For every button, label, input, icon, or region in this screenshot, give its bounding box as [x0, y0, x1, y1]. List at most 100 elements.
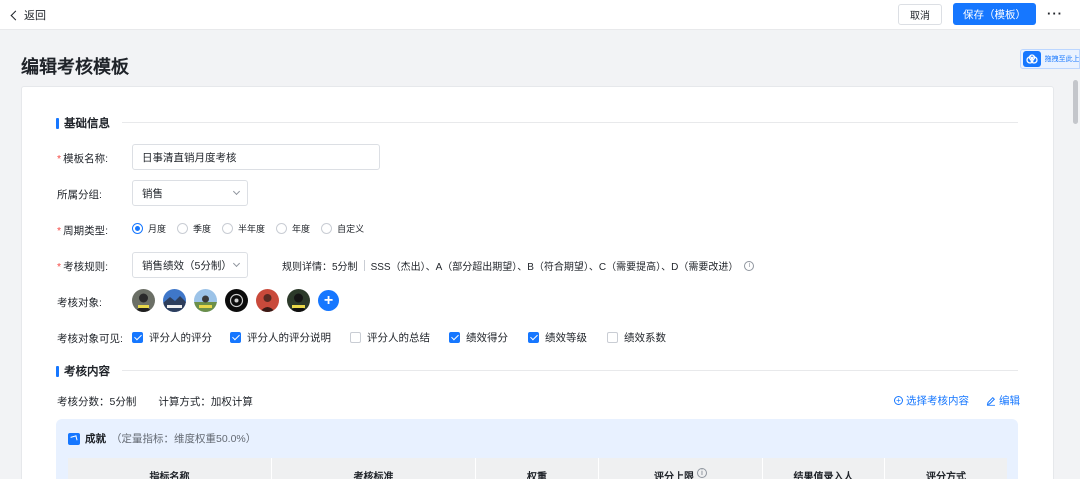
checkbox-box [528, 332, 539, 343]
dimension-title: 成就 （定量指标：维度权重50.0%） [68, 431, 256, 446]
rule-detail-text: SSS（杰出）、A（部分超出期望）、B（符合期望）、C（需要提高）、D（需要改进… [370, 262, 739, 273]
column-header: 考核标准 [272, 458, 476, 479]
section-content-label: 考核内容 [64, 366, 110, 378]
template-name-input[interactable]: 日事清直销月度考核 [132, 144, 380, 170]
checkbox-rater-summary[interactable]: 评分人的总结 [350, 330, 449, 345]
info-icon[interactable]: i [697, 468, 707, 478]
top-bar: 返回 取消 保存（模板） ··· [0, 0, 1080, 30]
calc-method-text: 计算方式：加权计算 [158, 396, 253, 408]
section-marker [56, 117, 59, 129]
column-header-text: 考核标准 [353, 472, 394, 479]
indicator-table-header: 指标名称 考核标准 权重 评分上限 i 结果值录入人 评分方式 [68, 458, 1007, 479]
radio-dot [222, 223, 234, 234]
radio-label: 季度 [193, 224, 212, 234]
period-radio-group: 月度 季度 半年度 年度 自定义 [132, 222, 375, 235]
period-type-label: * 周期类型: [57, 223, 108, 238]
rule-select[interactable]: 销售绩效（5分制） [132, 252, 248, 278]
checkbox-perf-score[interactable]: 绩效得分 [449, 330, 528, 345]
checkbox-rater-comment[interactable]: 评分人的评分说明 [230, 330, 350, 345]
avatar[interactable] [225, 289, 248, 312]
checkbox-label: 评分人的评分说明 [247, 332, 331, 344]
avatar[interactable] [287, 289, 310, 312]
radio-custom[interactable]: 自定义 [321, 222, 364, 235]
column-header-text: 结果值录入人 [793, 472, 854, 479]
section-marker [56, 365, 59, 377]
group-select[interactable]: 销售 [132, 180, 248, 206]
drag-drop-label: 拖拽至此上 [1044, 56, 1079, 63]
radio-dot [177, 223, 189, 234]
page-scrollbar[interactable] [1073, 80, 1078, 124]
select-content-label: 选择考核内容 [906, 395, 969, 407]
radio-dot [276, 223, 288, 234]
section-basic-title: 基础信息 [56, 115, 110, 131]
period-type-label-text: 周期类型: [63, 225, 109, 237]
divider [363, 260, 365, 271]
column-header-text: 指标名称 [149, 472, 190, 479]
radio-label: 年度 [292, 224, 311, 234]
radio-dot [321, 223, 333, 234]
checkbox-perf-level[interactable]: 绩效等级 [528, 330, 607, 345]
radio-label: 月度 [148, 224, 167, 234]
checkbox-box [132, 332, 143, 343]
visible-label: 考核对象可见: [57, 333, 123, 345]
column-header-text: 评分方式 [926, 472, 966, 479]
required-mark: * [57, 261, 62, 273]
avatar[interactable] [132, 289, 155, 312]
more-icon[interactable]: ··· [1047, 6, 1063, 21]
cancel-button[interactable]: 取消 [898, 4, 942, 25]
rule-select-value: 销售绩效（5分制） [142, 259, 232, 272]
template-name-label-text: 模板名称: [63, 153, 109, 165]
checkbox-box [607, 332, 618, 343]
chevron-left-icon [10, 10, 21, 21]
checkbox-box [350, 332, 361, 343]
score-info: 考核分数：5分制 计算方式：加权计算 [57, 394, 253, 409]
section-divider [122, 370, 1018, 371]
save-template-button[interactable]: 保存（模板） [953, 3, 1036, 25]
radio-quarterly[interactable]: 季度 [177, 222, 211, 235]
column-header: 评分方式 [885, 458, 1007, 479]
column-header: 指标名称 [68, 458, 272, 479]
page-title: 编辑考核模板 [21, 57, 129, 77]
group-select-value: 销售 [142, 187, 163, 200]
back-label: 返回 [24, 10, 46, 22]
pencil-icon [986, 396, 996, 406]
add-target-button[interactable]: + [318, 290, 339, 311]
back-button[interactable]: 返回 [10, 7, 46, 23]
select-content-link[interactable]: + 选择考核内容 [894, 393, 969, 408]
rule-detail: 规则详情：5分制 SSS（杰出）、A（部分超出期望）、B（符合期望）、C（需要提… [282, 258, 755, 273]
drag-drop-widget[interactable]: 拖拽至此上 [1020, 49, 1080, 69]
dimension-name: 成就 [85, 433, 106, 445]
send-icon [68, 432, 80, 445]
dimension-desc: （定量指标：维度权重50.0%） [111, 433, 257, 445]
radio-half-year[interactable]: 半年度 [222, 222, 265, 235]
info-icon[interactable]: i [744, 260, 755, 271]
group-label: 所属分组: [57, 189, 102, 201]
checkbox-perf-coef[interactable]: 绩效系数 [607, 330, 687, 345]
radio-label: 半年度 [238, 224, 266, 234]
section-basic-label: 基础信息 [64, 118, 110, 130]
column-header: 权重 [476, 458, 599, 479]
rule-label: * 考核规则: [57, 259, 108, 274]
column-header-text: 评分上限 [654, 472, 694, 479]
checkbox-box [449, 332, 460, 343]
target-label: 考核对象: [57, 297, 102, 309]
checkbox-label: 评分人的评分 [149, 332, 212, 344]
edit-label: 编辑 [999, 395, 1020, 407]
checkbox-rater-score[interactable]: 评分人的评分 [132, 330, 230, 345]
avatar[interactable] [194, 289, 217, 312]
checkbox-label: 绩效得分 [466, 332, 508, 344]
plus-circle-icon: + [894, 396, 903, 405]
radio-dot [132, 223, 143, 234]
rule-detail-prefix: 规则详情：5分制 [282, 262, 358, 273]
avatar[interactable] [163, 289, 186, 312]
rule-label-text: 考核规则: [63, 261, 109, 273]
edit-link[interactable]: 编辑 [986, 393, 1020, 408]
score-scale-text: 考核分数：5分制 [57, 396, 137, 408]
radio-yearly[interactable]: 年度 [276, 222, 310, 235]
radio-label: 自定义 [337, 224, 365, 234]
checkbox-label: 绩效等级 [545, 332, 587, 344]
section-divider [122, 122, 1018, 123]
visible-checkbox-group: 评分人的评分 评分人的评分说明 评分人的总结 绩效得分 绩效等级 绩效系数 [132, 330, 687, 345]
avatar[interactable] [256, 289, 279, 312]
radio-monthly[interactable]: 月度 [132, 222, 166, 235]
